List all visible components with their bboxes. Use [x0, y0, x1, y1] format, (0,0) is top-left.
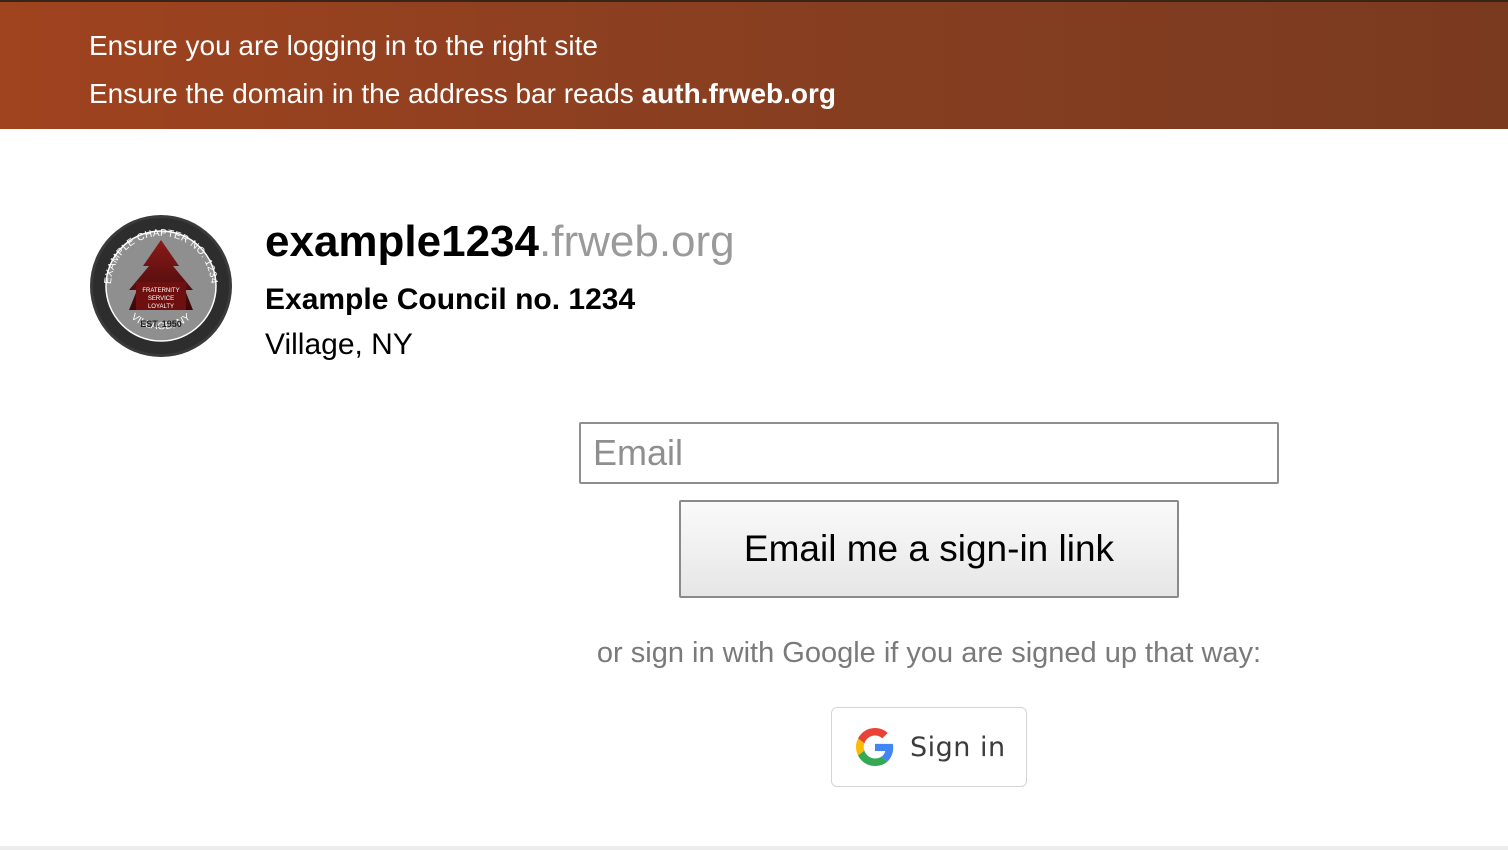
email-input[interactable]	[579, 422, 1279, 484]
google-sign-in-prompt: or sign in with Google if you are signed…	[596, 637, 1262, 669]
org-domain: example1234.frweb.org	[265, 214, 735, 270]
org-location: Village, NY	[265, 328, 413, 361]
seal-motto-1: FRATERNITY	[142, 288, 179, 294]
org-base-domain: .frweb.org	[539, 217, 735, 266]
security-warning-banner: Ensure you are logging in to the right s…	[0, 0, 1508, 129]
org-subdomain: example1234	[265, 217, 539, 266]
google-sign-in-button[interactable]: Sign in	[831, 707, 1027, 787]
org-name: Example Council no. 1234	[265, 283, 636, 316]
page-bottom-divider	[0, 846, 1508, 850]
auth-domain: auth.frweb.org	[641, 78, 837, 109]
google-g-icon	[856, 728, 894, 766]
banner-line-2: Ensure the domain in the address bar rea…	[89, 76, 836, 112]
banner-line-1: Ensure you are logging in to the right s…	[89, 30, 598, 61]
seal-motto-2: SERVICE	[148, 296, 174, 302]
google-sign-in-label: Sign in	[910, 731, 1006, 763]
seal-established: EST. 1950	[140, 319, 182, 329]
banner-line-2-prefix: Ensure the domain in the address bar rea…	[89, 78, 642, 109]
seal-motto-3: LOYALTY	[148, 304, 174, 310]
email-sign-in-link-button[interactable]: Email me a sign-in link	[679, 500, 1179, 598]
chapter-seal-logo: EXAMPLE CHAPTER NO. 1234 VILLAGE, NY FRA…	[90, 215, 232, 357]
